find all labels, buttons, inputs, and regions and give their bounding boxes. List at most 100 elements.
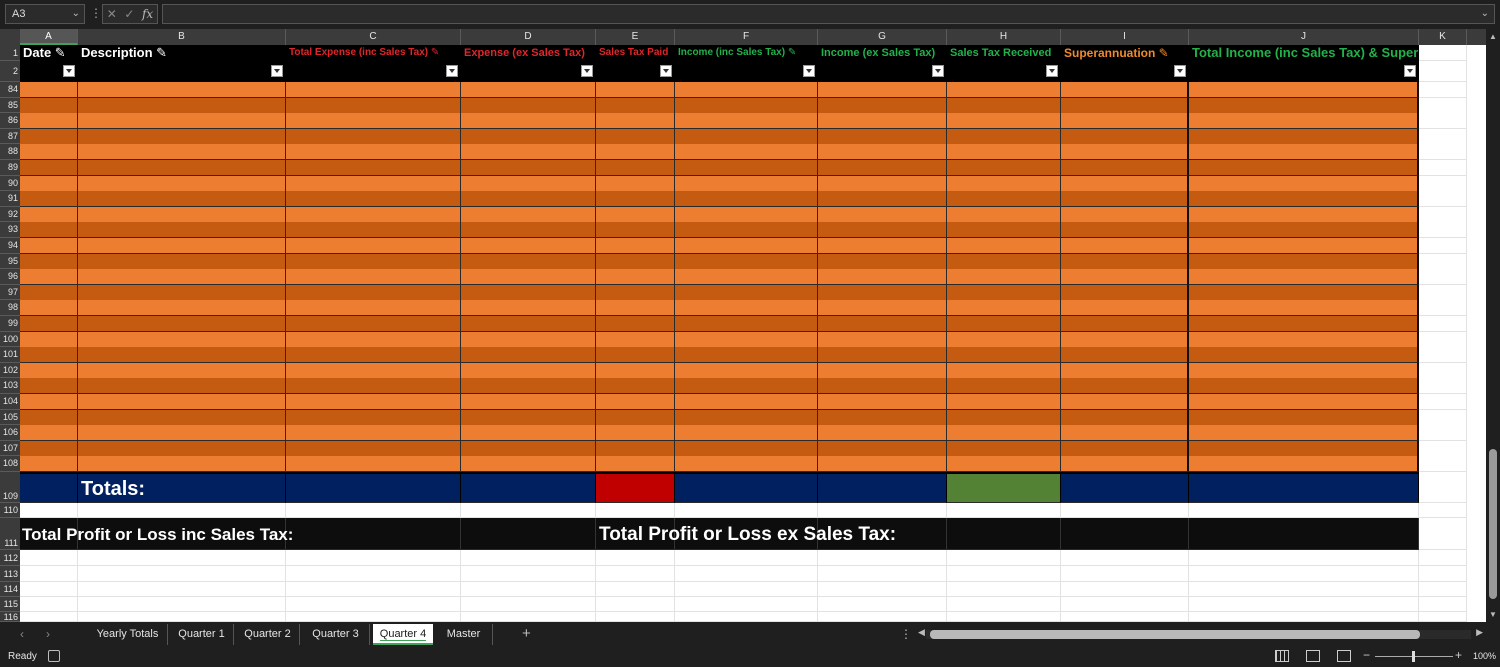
data-cell[interactable] — [818, 300, 947, 317]
data-cell[interactable] — [947, 82, 1061, 99]
data-cell[interactable] — [78, 238, 286, 255]
data-cell[interactable] — [1189, 113, 1419, 130]
data-cell[interactable] — [1419, 378, 1467, 395]
row-header-85[interactable]: 85 — [0, 98, 20, 114]
data-cell[interactable] — [596, 425, 675, 442]
empty-cell[interactable] — [1189, 550, 1419, 566]
data-cell[interactable] — [1061, 440, 1189, 457]
empty-cell[interactable] — [1061, 612, 1189, 622]
data-cell[interactable] — [461, 409, 596, 426]
data-cell[interactable] — [78, 97, 286, 114]
data-cell[interactable] — [596, 128, 675, 145]
expand-formula-bar-icon[interactable]: ⌄ — [1481, 8, 1489, 19]
data-cell[interactable] — [818, 113, 947, 130]
data-cell[interactable] — [20, 456, 78, 473]
horizontal-scrollbar[interactable]: ◀ ▶ — [918, 627, 1483, 640]
data-cell[interactable] — [675, 409, 818, 426]
data-cell[interactable] — [78, 425, 286, 442]
empty-cell[interactable] — [1061, 597, 1189, 612]
row-header-108[interactable]: 108 — [0, 456, 20, 472]
column-header-k[interactable]: K — [1419, 29, 1467, 45]
data-cell[interactable] — [947, 425, 1061, 442]
empty-cell[interactable] — [818, 597, 947, 612]
data-cell[interactable] — [1419, 97, 1467, 114]
data-cell[interactable] — [947, 456, 1061, 473]
column-header-f[interactable]: F — [675, 29, 818, 45]
row-header-109[interactable]: 109 — [0, 472, 20, 503]
data-cell[interactable] — [947, 362, 1061, 379]
data-cell[interactable] — [461, 82, 596, 99]
empty-cell[interactable] — [596, 503, 675, 518]
row-header-101[interactable]: 101 — [0, 347, 20, 363]
empty-cell[interactable] — [286, 597, 461, 612]
column-header-g[interactable]: G — [818, 29, 947, 45]
empty-cell[interactable] — [461, 597, 596, 612]
column-header-c[interactable]: C — [286, 29, 461, 45]
data-cell[interactable] — [78, 113, 286, 130]
data-cell[interactable] — [947, 253, 1061, 270]
data-cell[interactable] — [947, 238, 1061, 255]
row-header-1[interactable]: 1 — [0, 45, 20, 61]
data-cell[interactable] — [78, 331, 286, 348]
empty-cell[interactable] — [675, 566, 818, 582]
horizontal-scroll-thumb[interactable] — [930, 630, 1420, 639]
empty-cell[interactable] — [1419, 518, 1467, 550]
empty-cell[interactable] — [947, 582, 1061, 597]
totals-cell-d[interactable] — [461, 472, 596, 503]
data-cell[interactable] — [20, 222, 78, 239]
data-cell[interactable] — [461, 160, 596, 177]
data-cell[interactable] — [675, 175, 818, 192]
totals-cell-i[interactable] — [1061, 472, 1189, 503]
data-cell[interactable] — [20, 144, 78, 161]
data-cell[interactable] — [286, 206, 461, 223]
empty-cell[interactable] — [596, 597, 675, 612]
data-cell[interactable] — [78, 394, 286, 411]
data-cell[interactable] — [1061, 191, 1189, 208]
data-cell[interactable] — [1189, 269, 1419, 286]
data-cell[interactable] — [675, 378, 818, 395]
page-break-preview-icon[interactable] — [1337, 650, 1351, 662]
data-cell[interactable] — [596, 144, 675, 161]
data-cell[interactable] — [286, 362, 461, 379]
data-cell[interactable] — [20, 206, 78, 223]
empty-cell[interactable] — [20, 582, 78, 597]
data-cell[interactable] — [461, 128, 596, 145]
data-cell[interactable] — [1061, 316, 1189, 333]
data-cell[interactable] — [1419, 362, 1467, 379]
empty-cell[interactable] — [20, 550, 78, 566]
header-i[interactable]: Superannuation ✎ — [1061, 45, 1189, 61]
data-cell[interactable] — [596, 394, 675, 411]
filter-dropdown-icon[interactable] — [271, 65, 283, 77]
row-header-95[interactable]: 95 — [0, 254, 20, 270]
data-cell[interactable] — [286, 440, 461, 457]
data-cell[interactable] — [675, 269, 818, 286]
filter-dropdown-icon[interactable] — [803, 65, 815, 77]
empty-cell[interactable] — [675, 597, 818, 612]
totals-cell-a[interactable] — [20, 472, 78, 503]
empty-cell[interactable] — [461, 612, 596, 622]
sheet-tab-quarter-1[interactable]: Quarter 1 — [170, 624, 234, 645]
data-cell[interactable] — [596, 113, 675, 130]
data-cell[interactable] — [461, 394, 596, 411]
data-cell[interactable] — [596, 347, 675, 364]
data-cell[interactable] — [596, 175, 675, 192]
data-cell[interactable] — [1189, 362, 1419, 379]
data-cell[interactable] — [1419, 113, 1467, 130]
row-header-103[interactable]: 103 — [0, 378, 20, 394]
data-cell[interactable] — [1419, 409, 1467, 426]
empty-cell[interactable] — [947, 612, 1061, 622]
column-header-e[interactable]: E — [596, 29, 675, 45]
filter-dropdown-icon[interactable] — [660, 65, 672, 77]
data-cell[interactable] — [1419, 456, 1467, 473]
data-cell[interactable] — [286, 316, 461, 333]
column-header-j[interactable]: J — [1189, 29, 1419, 45]
data-cell[interactable] — [675, 347, 818, 364]
data-cell[interactable] — [461, 97, 596, 114]
data-cell[interactable] — [20, 191, 78, 208]
header-c[interactable]: Total Expense (inc Sales Tax) ✎ — [286, 45, 461, 61]
data-cell[interactable] — [947, 222, 1061, 239]
prev-sheet-icon[interactable]: ‹ — [20, 627, 24, 641]
data-cell[interactable] — [286, 347, 461, 364]
data-cell[interactable] — [947, 191, 1061, 208]
row-header-93[interactable]: 93 — [0, 222, 20, 238]
